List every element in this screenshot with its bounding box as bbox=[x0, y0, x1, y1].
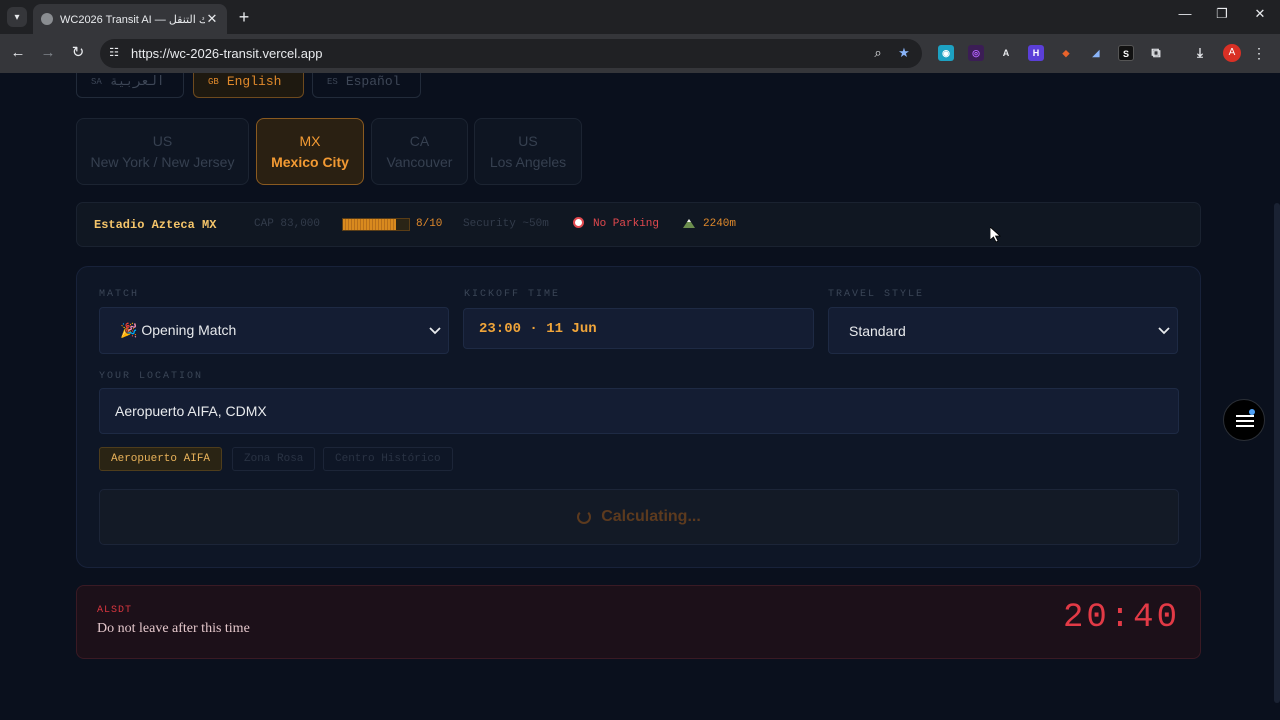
departure-alert-card: ALSDT Do not leave after this time 20:40 bbox=[76, 585, 1201, 659]
kebab-menu-icon[interactable]: ⋮ bbox=[1252, 44, 1266, 62]
floating-menu-button[interactable] bbox=[1223, 399, 1265, 441]
city-button-vancouver[interactable]: CA Vancouver bbox=[371, 118, 468, 185]
spinner-icon bbox=[577, 510, 592, 524]
latest-departure-time: 20:40 bbox=[1062, 599, 1180, 637]
window-close-icon[interactable]: ✕ bbox=[1250, 6, 1270, 22]
tab-title: WC2026 Transit AI — راك التنقل bbox=[60, 13, 205, 26]
download-icon[interactable]: ⤓ bbox=[1192, 45, 1208, 61]
lang-button-en[interactable]: GB English bbox=[193, 73, 304, 98]
extension-blue-icon[interactable]: ◉ bbox=[938, 45, 954, 61]
scrollbar[interactable] bbox=[1274, 203, 1280, 703]
lang-label: العربية bbox=[109, 74, 165, 89]
chevron-down-icon bbox=[429, 327, 441, 335]
lang-button-ar[interactable]: SA العربية bbox=[76, 73, 184, 98]
extension-purple-icon[interactable]: ◎ bbox=[968, 45, 984, 61]
travel-style-label: TRAVEL STYLE bbox=[828, 289, 925, 300]
stadium-info-bar: Estadio Azteca MX CAP 83,000 8/10 Securi… bbox=[76, 202, 1201, 247]
city-button-los-angeles[interactable]: US Los Angeles bbox=[474, 118, 582, 185]
kickoff-time-field[interactable]: 23:00 · 11 Jun bbox=[463, 308, 814, 349]
location-label: YOUR LOCATION bbox=[99, 371, 204, 382]
parking-status: No Parking bbox=[593, 218, 660, 230]
match-value: 🎉 Opening Match bbox=[120, 322, 237, 338]
no-parking-icon bbox=[573, 217, 584, 228]
extension-violet-icon[interactable]: H bbox=[1028, 45, 1044, 61]
page-content: SA العربية GB English ES Español US New … bbox=[0, 73, 1280, 720]
travel-style-select[interactable]: Standard bbox=[828, 307, 1178, 354]
stadium-capacity: CAP 83,000 bbox=[254, 218, 321, 230]
difficulty-bar bbox=[342, 218, 410, 231]
city-button-nyc[interactable]: US New York / New Jersey bbox=[76, 118, 249, 185]
calculate-label: Calculating... bbox=[601, 508, 701, 525]
match-select[interactable]: 🎉 Opening Match bbox=[99, 307, 449, 354]
security-time: Security ~50m bbox=[463, 218, 549, 230]
difficulty-score: 8/10 bbox=[416, 218, 443, 230]
puzzle-icon[interactable]: ⧉ bbox=[1148, 45, 1164, 61]
bookmark-star-icon[interactable]: ★ bbox=[896, 45, 912, 61]
hamburger-icon bbox=[1236, 415, 1254, 427]
reload-icon[interactable]: ↻ bbox=[68, 43, 88, 63]
location-chip-centro[interactable]: Centro Histórico bbox=[323, 447, 453, 471]
mountain-icon bbox=[683, 219, 695, 228]
alert-message: Do not leave after this time bbox=[97, 621, 250, 636]
stadium-name: Estadio Azteca MX bbox=[94, 218, 217, 232]
location-chip-aifa[interactable]: Aeropuerto AIFA bbox=[99, 447, 223, 471]
browser-toolbar: ← → ↻ ☷ https://wc-2026-transit.vercel.a… bbox=[0, 34, 1280, 73]
trip-form-card: MATCH 🎉 Opening Match KICKOFF TIME 23:00… bbox=[76, 266, 1201, 568]
calculate-button[interactable]: Calculating... bbox=[99, 489, 1179, 545]
chevron-down-icon bbox=[1158, 327, 1170, 335]
browser-tab[interactable]: WC2026 Transit AI — راك التنقل ✕ bbox=[33, 4, 227, 34]
globe-icon bbox=[41, 13, 53, 25]
url-text: https://wc-2026-transit.vercel.app bbox=[131, 46, 323, 61]
browser-chrome: ▾ WC2026 Transit AI — راك التنقل ✕ + — ❐… bbox=[0, 0, 1280, 73]
lang-label: Español bbox=[345, 74, 401, 89]
tab-strip: ▾ WC2026 Transit AI — راك التنقل ✕ + — ❐… bbox=[0, 0, 1280, 34]
alert-code: ALSDT bbox=[97, 605, 133, 616]
lang-button-es[interactable]: ES Español bbox=[312, 73, 421, 98]
notification-dot bbox=[1249, 409, 1255, 415]
lang-label: English bbox=[226, 74, 282, 89]
kickoff-label: KICKOFF TIME bbox=[464, 289, 561, 300]
site-info-icon[interactable]: ☷ bbox=[107, 46, 121, 60]
travel-style-value: Standard bbox=[849, 322, 906, 339]
close-icon[interactable]: ✕ bbox=[205, 11, 219, 27]
zoom-icon[interactable]: ⌕ bbox=[870, 45, 886, 61]
location-input[interactable]: Aeropuerto AIFA, CDMX bbox=[99, 388, 1179, 434]
new-tab-button[interactable]: + bbox=[234, 6, 254, 28]
minimize-icon[interactable]: — bbox=[1175, 6, 1195, 21]
match-label: MATCH bbox=[99, 289, 140, 300]
extension-dark-icon[interactable]: A bbox=[998, 45, 1014, 61]
tab-search-icon[interactable]: ▾ bbox=[7, 7, 27, 27]
profile-avatar[interactable]: A bbox=[1223, 44, 1241, 62]
location-value: Aeropuerto AIFA, CDMX bbox=[115, 403, 267, 419]
forward-arrow-icon[interactable]: → bbox=[38, 43, 58, 63]
extension-bird-icon[interactable]: ◢ bbox=[1088, 45, 1104, 61]
city-button-mexico-city[interactable]: MX Mexico City bbox=[256, 118, 364, 185]
back-arrow-icon[interactable]: ← bbox=[8, 43, 28, 63]
extension-fox-icon[interactable]: ◆ bbox=[1058, 45, 1074, 61]
maximize-icon[interactable]: ❐ bbox=[1212, 6, 1232, 22]
address-bar[interactable]: ☷ https://wc-2026-transit.vercel.app ⌕ ★ bbox=[100, 39, 922, 68]
kickoff-value: 23:00 · 11 Jun bbox=[479, 320, 597, 337]
altitude: 2240m bbox=[703, 218, 737, 230]
extension-s-icon[interactable]: S bbox=[1118, 45, 1134, 61]
location-chip-zona-rosa[interactable]: Zona Rosa bbox=[232, 447, 316, 471]
mouse-cursor-icon bbox=[990, 227, 1002, 243]
